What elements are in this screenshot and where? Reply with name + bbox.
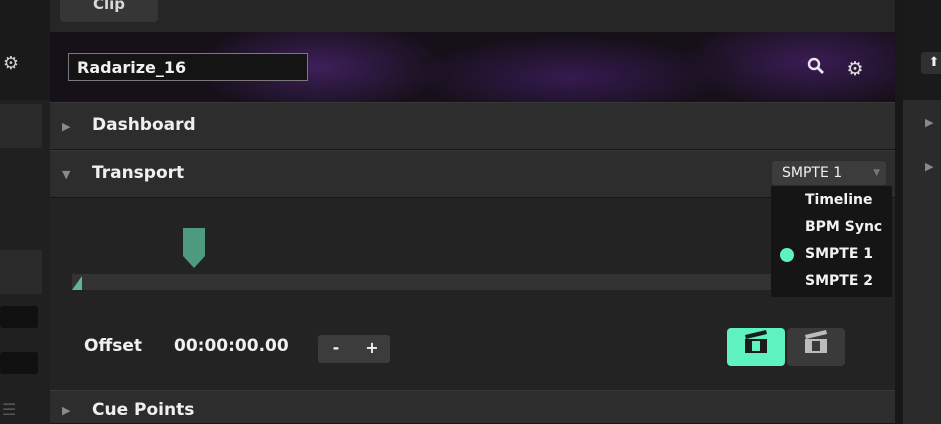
clip-name-field[interactable]: Radarize_16 [68,53,308,81]
offset-label: Offset [84,336,142,356]
chevron-right-icon[interactable]: ▶ [925,160,933,173]
section-title: Transport [92,163,185,183]
section-cue-points[interactable]: ▶ Cue Points [50,390,895,424]
menu-item-smpte-1[interactable]: SMPTE 1 [805,246,873,262]
menu-item-bpm-sync[interactable]: BPM Sync [805,219,882,235]
clip-panel: Clip Radarize_16 ⚙ ▶ Dashboard ▼ Transpo… [50,0,895,424]
gear-icon[interactable]: ⚙ [842,56,868,82]
clapper-2-button[interactable] [787,328,845,366]
timeline-track[interactable] [72,274,824,290]
chevron-right-icon[interactable]: ▶ [925,116,933,129]
left-panel-strip: ⚙ ☰ [0,0,50,424]
section-title: Cue Points [92,400,195,420]
transport-mode-menu: Timeline BPM Sync SMPTE 1 SMPTE 2 [771,186,892,297]
selected-dot-icon [780,248,794,262]
menu-lines-icon[interactable]: ☰ [2,400,16,419]
search-icon[interactable] [803,56,829,82]
transport-mode-value: SMPTE 1 [782,165,843,181]
chevron-right-icon: ▶ [62,120,71,133]
timeline-start-marker[interactable] [72,276,82,290]
tab-clip[interactable]: Clip [60,0,158,22]
offset-stepper: - + [318,335,390,363]
clapper-1-button[interactable] [727,328,785,366]
playhead-handle[interactable] [183,228,205,256]
left-panel-header [0,0,50,100]
right-panel-strip: ⬆ ▶ ▶ [895,0,941,424]
chevron-right-icon: ▶ [62,404,71,417]
section-transport[interactable]: ▼ Transport [50,150,895,198]
playhead-pointer [183,256,205,268]
section-dashboard[interactable]: ▶ Dashboard [50,102,895,150]
left-panel-control[interactable] [0,352,38,374]
offset-value[interactable]: 00:00:00.00 [174,336,289,356]
left-panel-control[interactable] [0,306,38,328]
left-panel-row [0,250,42,294]
chevron-down-icon: ▼ [62,168,71,181]
menu-item-timeline[interactable]: Timeline [805,192,873,208]
left-panel-row [0,104,42,148]
arrow-up-icon[interactable]: ⬆ [921,52,941,74]
clip-header: Radarize_16 ⚙ [50,32,895,102]
gear-icon[interactable]: ⚙ [0,53,22,75]
increment-button[interactable]: + [354,335,390,363]
chevron-down-icon: ▼ [873,168,880,178]
decrement-button[interactable]: - [318,335,354,363]
transport-mode-select[interactable]: SMPTE 1 ▼ [772,161,886,185]
right-panel-header [903,0,941,100]
section-title: Dashboard [92,115,196,135]
menu-item-smpte-2[interactable]: SMPTE 2 [805,273,873,289]
